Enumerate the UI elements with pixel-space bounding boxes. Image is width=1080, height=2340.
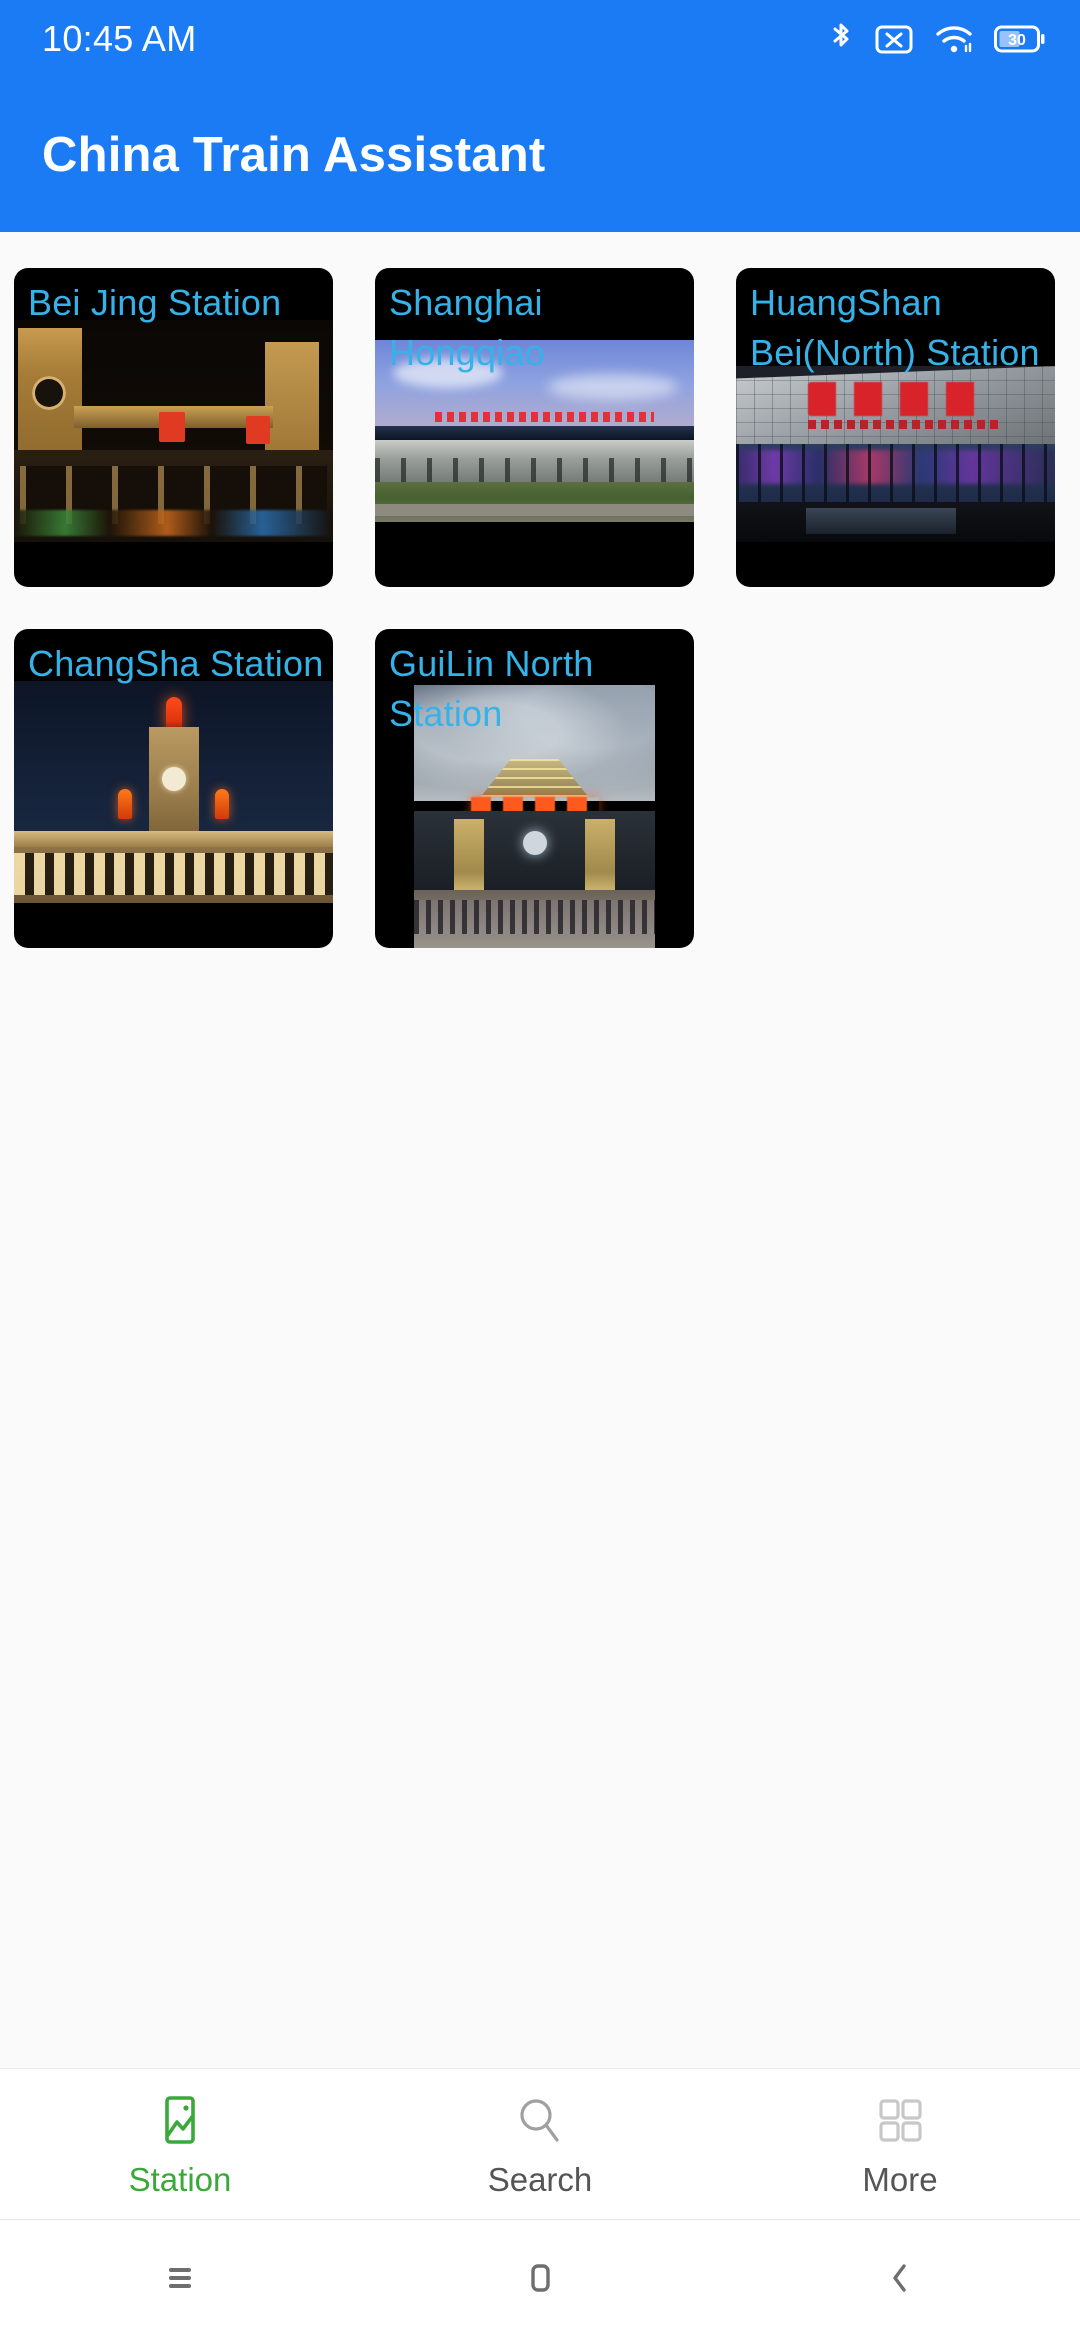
station-card-title: GuiLin North Station	[389, 643, 594, 734]
wifi-icon	[934, 21, 974, 57]
system-navigation-bar	[0, 2220, 1080, 2340]
beijing-station-night-photo	[14, 320, 333, 542]
nav-tab-station-label: Station	[128, 2160, 232, 2198]
recents-icon	[157, 2255, 203, 2306]
home-button[interactable]	[360, 2255, 720, 2306]
sim-card-disabled-icon	[874, 21, 914, 57]
bluetooth-icon	[828, 20, 854, 58]
nav-tab-search[interactable]: Search	[360, 2091, 720, 2198]
station-card-shanghai-hongqiao[interactable]: Shanghai Hongqiao	[375, 268, 694, 587]
station-list-scroll[interactable]: Bei Jing Station Shanghai Hongqiao Huang…	[0, 232, 1080, 2068]
nav-tab-station[interactable]: Station	[0, 2091, 360, 2198]
status-bar-icons: 30	[828, 20, 1046, 58]
station-card-title: ChangSha Station	[28, 643, 324, 684]
status-bar-clock: 10:45 AM	[42, 18, 197, 59]
station-card-guilin-north[interactable]: GuiLin North Station	[375, 629, 694, 948]
svg-text:30: 30	[1008, 32, 1026, 49]
back-icon	[877, 2255, 923, 2306]
station-card-title: Shanghai Hongqiao	[389, 282, 545, 373]
battery-icon: 30	[994, 24, 1046, 54]
page-title: China Train Assistant	[42, 128, 546, 182]
home-icon	[517, 2255, 563, 2306]
bottom-navigation-bar: Station Search More	[0, 2068, 1080, 2220]
changsha-station-night-photo	[14, 681, 333, 903]
station-grid: Bei Jing Station Shanghai Hongqiao Huang…	[14, 268, 1066, 948]
status-bar: 10:45 AM 30	[0, 0, 1080, 78]
nav-tab-more[interactable]: More	[720, 2091, 1080, 2198]
station-card-huangshan-north[interactable]: HuangShan Bei(North) Station	[736, 268, 1055, 587]
phone-screen: 10:45 AM 30 China Train Assistant Bei Ji…	[0, 0, 1080, 2340]
app-bar: China Train Assistant	[0, 78, 1080, 232]
recents-button[interactable]	[0, 2255, 360, 2306]
back-button[interactable]	[720, 2255, 1080, 2306]
station-card-title: HuangShan Bei(North) Station	[750, 282, 1040, 373]
station-card-title: Bei Jing Station	[28, 282, 282, 323]
nav-tab-search-label: Search	[487, 2160, 593, 2198]
grid-icon	[871, 2091, 929, 2154]
station-card-changsha[interactable]: ChangSha Station	[14, 629, 333, 948]
huangshan-north-station-photo	[736, 366, 1055, 542]
station-card-beijing[interactable]: Bei Jing Station	[14, 268, 333, 587]
nav-tab-more-label: More	[862, 2160, 938, 2198]
image-icon	[151, 2091, 209, 2154]
search-icon	[511, 2091, 569, 2154]
